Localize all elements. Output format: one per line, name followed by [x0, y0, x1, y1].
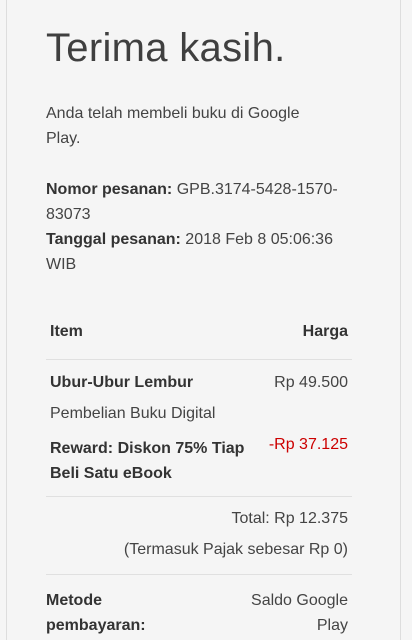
page-title: Terima kasih.	[46, 26, 286, 70]
order-number-row: Nomor pesanan: GPB.3174-5428-1570-83073	[46, 177, 356, 227]
total-amount: Total: Rp 12.375	[231, 510, 348, 527]
book-purchase-type: Pembelian Buku Digital	[50, 405, 216, 422]
book-title: Ubur-Ubur Lembur	[50, 374, 194, 391]
reward-label: Reward: Diskon 75% Tiap Beli Satu eBook	[50, 440, 245, 482]
tax-note: (Termasuk Pajak sebesar Rp 0)	[123, 541, 348, 558]
right-border	[400, 0, 401, 640]
order-info: Nomor pesanan: GPB.3174-5428-1570-83073 …	[46, 177, 356, 277]
column-header-price: Harga	[302, 323, 348, 340]
column-header-item: Item	[50, 323, 83, 340]
order-number-label: Nomor pesanan:	[46, 181, 173, 198]
payment-method-value: Saldo Google Play	[251, 592, 348, 634]
items-divider	[46, 496, 352, 497]
payment-method-label: Metode pembayaran:	[46, 592, 146, 634]
order-date-label: Tanggal pesanan:	[46, 231, 181, 248]
receipt-screen: Terima kasih. Anda telah membeli buku di…	[0, 0, 412, 640]
total-divider	[46, 574, 352, 575]
book-price: Rp 49.500	[274, 374, 348, 391]
order-date-row: Tanggal pesanan: 2018 Feb 8 05:06:36 WIB	[46, 227, 356, 277]
intro-text: Anda telah membeli buku di Google Play.	[46, 105, 300, 147]
reward-discount-price: -Rp 37.125	[268, 436, 348, 453]
left-border	[6, 0, 7, 640]
header-divider	[46, 359, 352, 360]
